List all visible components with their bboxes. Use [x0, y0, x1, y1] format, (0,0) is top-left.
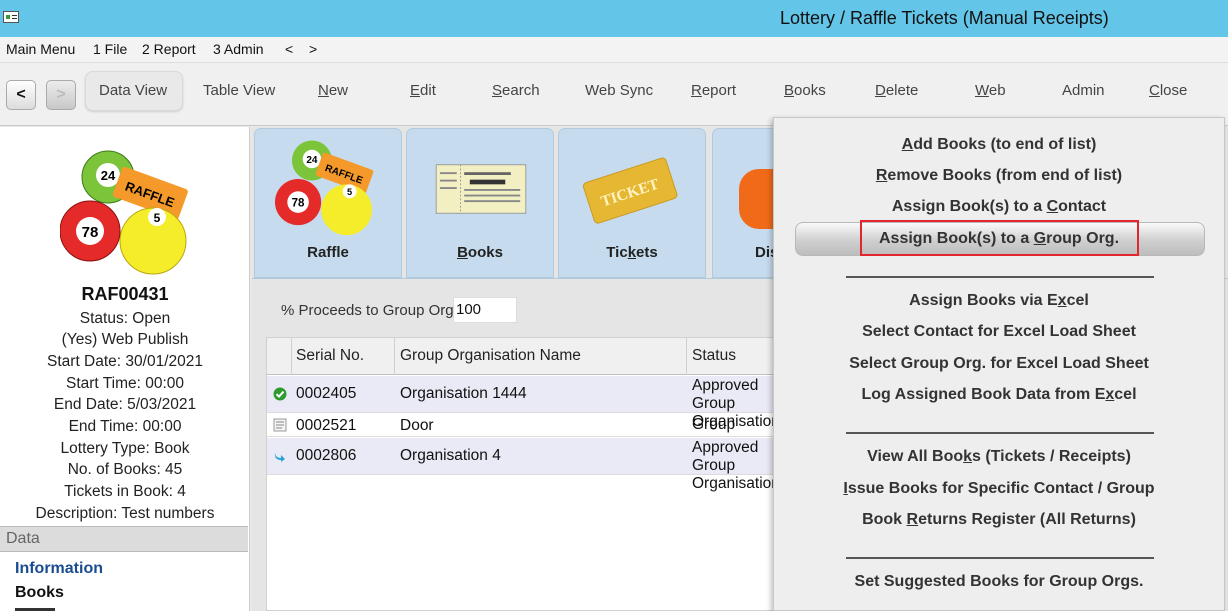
tile-tickets-label: Tickets — [606, 244, 658, 261]
proceeds-input[interactable]: 100 — [453, 297, 517, 323]
end-time-line: End Time: 00:00 — [68, 418, 182, 435]
raffle-icon: 24 RAFFLE 5 78 — [275, 140, 374, 236]
menu-view-all-books[interactable]: View All Books (Tickets / Receipts) — [774, 448, 1224, 466]
cell-name: Door — [400, 417, 434, 434]
end-date-line: End Date: 5/03/2021 — [53, 396, 197, 413]
tile-books[interactable]: Books — [406, 128, 554, 278]
edit-button[interactable]: Edit — [410, 82, 436, 99]
menu-book-returns[interactable]: Book Returns Register (All Returns) — [774, 511, 1224, 529]
admin-button[interactable]: Admin — [1062, 82, 1105, 99]
tickets-icon: TICKET — [582, 157, 678, 224]
menu-report[interactable]: 2 Report — [142, 41, 196, 57]
report-button[interactable]: Report — [691, 82, 736, 99]
cell-name: Organisation 4 — [400, 447, 501, 464]
close-button[interactable]: Close — [1149, 82, 1187, 99]
table-row[interactable]: 0002806 Organisation 4 Approved Group Or… — [267, 438, 785, 492]
title-bar: Lottery / Raffle Tickets (Manual Receipt… — [0, 0, 1228, 37]
menu-admin[interactable]: 3 Admin — [213, 41, 264, 57]
menu-select-contact-excel[interactable]: Select Contact for Excel Load Sheet — [774, 323, 1224, 341]
description-line: Description: Test numbers — [35, 505, 215, 522]
column-separator — [686, 338, 687, 375]
selection-outline — [860, 220, 1139, 256]
cell-status: Approved Group Organisation — [692, 439, 780, 492]
back-button[interactable]: < — [6, 80, 36, 110]
books-count-line: No. of Books: 45 — [67, 461, 183, 478]
menu-separator — [846, 557, 1154, 559]
col-status-header[interactable]: Status — [692, 347, 736, 365]
menu-bar: Main Menu 1 File 2 Report 3 Admin < > — [0, 37, 1228, 63]
grid-header: Serial No. Group Organisation Name Statu… — [267, 338, 785, 375]
books-icon — [435, 164, 527, 214]
column-separator — [394, 338, 395, 375]
menu-assign-via-excel[interactable]: Assign Books via Excel — [774, 292, 1224, 310]
logo-ball-5: 5 — [154, 211, 161, 225]
tile-tickets[interactable]: TICKET Tickets — [558, 128, 706, 278]
table-row[interactable]: 0002521 Door Group — [267, 414, 785, 437]
document-icon — [273, 418, 287, 432]
tab-table-view[interactable]: Table View — [203, 82, 275, 99]
raffle-logo-icon: 24 RAFFLE 5 78 — [60, 150, 188, 275]
col-serial-header[interactable]: Serial No. — [296, 347, 364, 365]
search-button[interactable]: Search — [492, 82, 540, 99]
forward-button[interactable]: > — [46, 80, 76, 110]
menu-file[interactable]: 1 File — [93, 41, 127, 57]
app-icon[interactable] — [3, 11, 19, 23]
menu-assign-contact[interactable]: Assign Book(s) to a Contact — [774, 198, 1224, 216]
cell-serial: 0002405 — [296, 385, 357, 402]
nav-books[interactable]: Books — [15, 584, 64, 602]
menu-separator — [846, 276, 1154, 278]
menu-main[interactable]: Main Menu — [6, 41, 75, 57]
approved-check-icon — [273, 387, 287, 401]
table-row[interactable]: 0002405 Organisation 1444 Approved Group… — [267, 376, 785, 430]
nav-information[interactable]: Information — [15, 560, 103, 578]
logo-ball-78: 78 — [82, 224, 99, 241]
web-button[interactable]: Web — [975, 82, 1006, 99]
menu-issue-books[interactable]: Issue Books for Specific Contact / Group — [774, 480, 1224, 498]
start-time-line: Start Time: 00:00 — [65, 375, 185, 392]
start-date-line: Start Date: 30/01/2021 — [47, 353, 203, 370]
menu-prev[interactable]: < — [285, 41, 293, 57]
menu-next[interactable]: > — [309, 41, 317, 57]
cell-serial: 0002521 — [296, 417, 357, 434]
tile-ball-78: 78 — [292, 198, 305, 210]
tile-ball-24: 24 — [306, 155, 318, 166]
tile-raffle-label: Raffle — [307, 244, 349, 261]
logo-ball-24: 24 — [101, 168, 116, 183]
record-summary-panel: 24 RAFFLE 5 78 RAF00431 Status: Open (Ye… — [0, 127, 250, 611]
menu-select-group-excel[interactable]: Select Group Org. for Excel Load Sheet — [774, 355, 1224, 373]
menu-separator — [846, 432, 1154, 434]
window-title: Lottery / Raffle Tickets (Manual Receipt… — [780, 8, 1109, 28]
menu-remove-books[interactable]: Remove Books (from end of list) — [774, 167, 1224, 185]
cell-name: Organisation 1444 — [400, 385, 527, 402]
web-publish-line: (Yes) Web Publish — [61, 331, 189, 348]
assigned-books-grid: Serial No. Group Organisation Name Statu… — [266, 337, 786, 611]
tab-data-view-label[interactable]: Data View — [99, 82, 167, 99]
books-dropdown-menu: Add Books (to end of list) Remove Books … — [773, 117, 1225, 611]
arrow-return-icon — [274, 452, 285, 462]
menu-log-assigned-excel[interactable]: Log Assigned Book Data from Excel — [774, 386, 1224, 404]
books-button[interactable]: Books — [784, 82, 826, 99]
tickets-in-book-line: Tickets in Book: 4 — [64, 483, 186, 500]
record-id: RAF00431 — [81, 284, 169, 304]
cell-serial: 0002806 — [296, 447, 357, 464]
status-line: Status: Open — [79, 310, 171, 327]
new-button[interactable]: New — [318, 82, 348, 99]
menu-add-books[interactable]: Add Books (to end of list) — [774, 136, 1224, 154]
tile-books-label: Books — [457, 244, 503, 261]
cell-status: Group — [692, 416, 736, 433]
data-section-header: Data — [0, 526, 248, 552]
menu-set-suggested-books[interactable]: Set Suggested Books for Group Orgs. — [774, 573, 1224, 591]
lottery-type-line: Lottery Type: Book — [60, 440, 190, 457]
column-separator — [291, 338, 292, 375]
tile-ball-5: 5 — [347, 187, 352, 197]
tile-raffle[interactable]: 24 RAFFLE 5 78 Raffle — [254, 128, 402, 278]
proceeds-label: % Proceeds to Group Org. — [281, 302, 458, 319]
web-sync-button[interactable]: Web Sync — [585, 82, 653, 99]
delete-button[interactable]: Delete — [875, 82, 918, 99]
col-name-header[interactable]: Group Organisation Name — [400, 347, 581, 365]
